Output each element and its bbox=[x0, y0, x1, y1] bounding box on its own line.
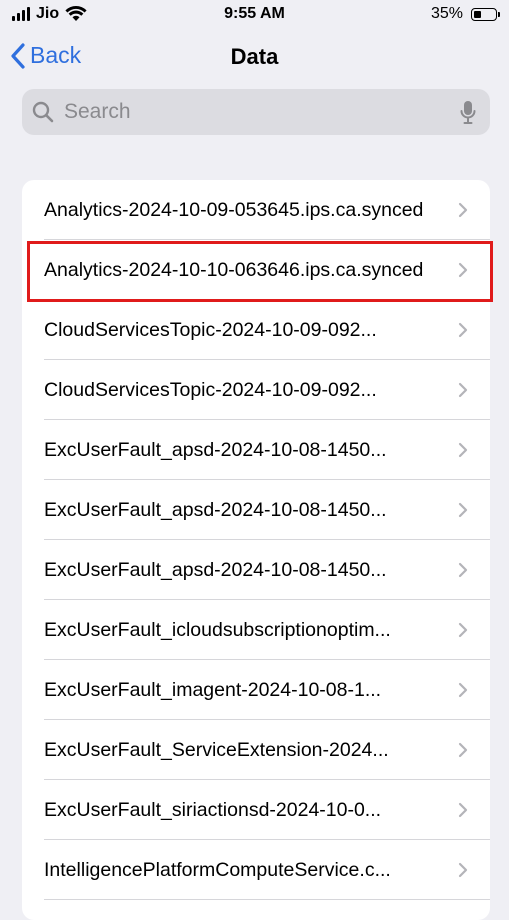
chevron-right-icon bbox=[458, 562, 468, 578]
list-item[interactable]: ExcUserFault_apsd-2024-10-08-1450... bbox=[22, 420, 490, 480]
file-list: Analytics-2024-10-09-053645.ips.ca.synce… bbox=[22, 180, 490, 920]
list-item[interactable]: ExcUserFault_apsd-2024-10-08-1450... bbox=[22, 540, 490, 600]
chevron-right-icon bbox=[458, 682, 468, 698]
list-item[interactable]: ExcUserFault_apsd-2024-10-08-1450... bbox=[22, 480, 490, 540]
list-item[interactable]: ExcUserFault_icloudsubscriptionoptim... bbox=[22, 600, 490, 660]
list-item-label: ExcUserFault_apsd-2024-10-08-1450... bbox=[44, 498, 387, 521]
status-bar: Jio 9:55 AM 35% bbox=[0, 0, 509, 30]
microphone-icon[interactable] bbox=[460, 100, 476, 125]
list-item-label: ExcUserFault_icloudsubscriptionoptim... bbox=[44, 618, 391, 641]
list-item[interactable]: ExcUserFault_siriactionsd-2024-10-0... bbox=[22, 780, 490, 840]
chevron-right-icon bbox=[458, 442, 468, 458]
list-item-label: IntelligencePlatformComputeService.c... bbox=[44, 858, 391, 881]
list-item-label: ExcUserFault_apsd-2024-10-08-1450... bbox=[44, 438, 387, 461]
chevron-right-icon bbox=[458, 202, 468, 218]
list-item-label: CloudServicesTopic-2024-10-09-092... bbox=[44, 378, 377, 401]
list-item-label: ExcUserFault_siriactionsd-2024-10-0... bbox=[44, 798, 382, 821]
list-item[interactable]: ExcUserFault_ServiceExtension-2024... bbox=[22, 720, 490, 780]
list-item-label: ExcUserFault_ServiceExtension-2024... bbox=[44, 738, 389, 761]
list-item[interactable]: Analytics-2024-10-10-063646.ips.ca.synce… bbox=[22, 240, 490, 300]
chevron-right-icon bbox=[458, 502, 468, 518]
battery-percent: 35% bbox=[430, 5, 463, 22]
chevron-right-icon bbox=[458, 382, 468, 398]
list-item[interactable]: CloudServicesTopic-2024-10-09-092... bbox=[22, 300, 490, 360]
navigation-bar: Back Data bbox=[0, 32, 509, 82]
battery-icon bbox=[471, 7, 500, 21]
list-item[interactable]: ExcUserFault_imagent-2024-10-08-1... bbox=[22, 660, 490, 720]
list-item[interactable]: CloudServicesTopic-2024-10-09-092... bbox=[22, 360, 490, 420]
list-item[interactable]: Analytics-2024-10-09-053645.ips.ca.synce… bbox=[22, 180, 490, 240]
status-right: 35% bbox=[430, 5, 500, 23]
chevron-right-icon bbox=[458, 622, 468, 638]
search-input[interactable] bbox=[64, 89, 444, 135]
search-bar[interactable] bbox=[22, 89, 490, 135]
list-item-label: CloudServicesTopic-2024-10-09-092... bbox=[44, 318, 377, 341]
list-item[interactable]: IntelligencePlatformComputeService.c... bbox=[22, 840, 490, 900]
list-item-label: Analytics-2024-10-09-053645.ips.ca.synce… bbox=[44, 198, 424, 221]
chevron-right-icon bbox=[458, 262, 468, 278]
chevron-right-icon bbox=[458, 742, 468, 758]
chevron-right-icon bbox=[458, 862, 468, 878]
chevron-right-icon bbox=[458, 802, 468, 818]
list-item-label: Analytics-2024-10-10-063646.ips.ca.synce… bbox=[44, 258, 424, 281]
list-item-label: ExcUserFault_imagent-2024-10-08-1... bbox=[44, 678, 382, 701]
battery-fill bbox=[474, 10, 481, 18]
page-title: Data bbox=[230, 44, 279, 69]
list-item-label: ExcUserFault_apsd-2024-10-08-1450... bbox=[44, 558, 387, 581]
search-icon bbox=[32, 101, 54, 123]
chevron-right-icon bbox=[458, 322, 468, 338]
row-divider bbox=[44, 899, 490, 900]
